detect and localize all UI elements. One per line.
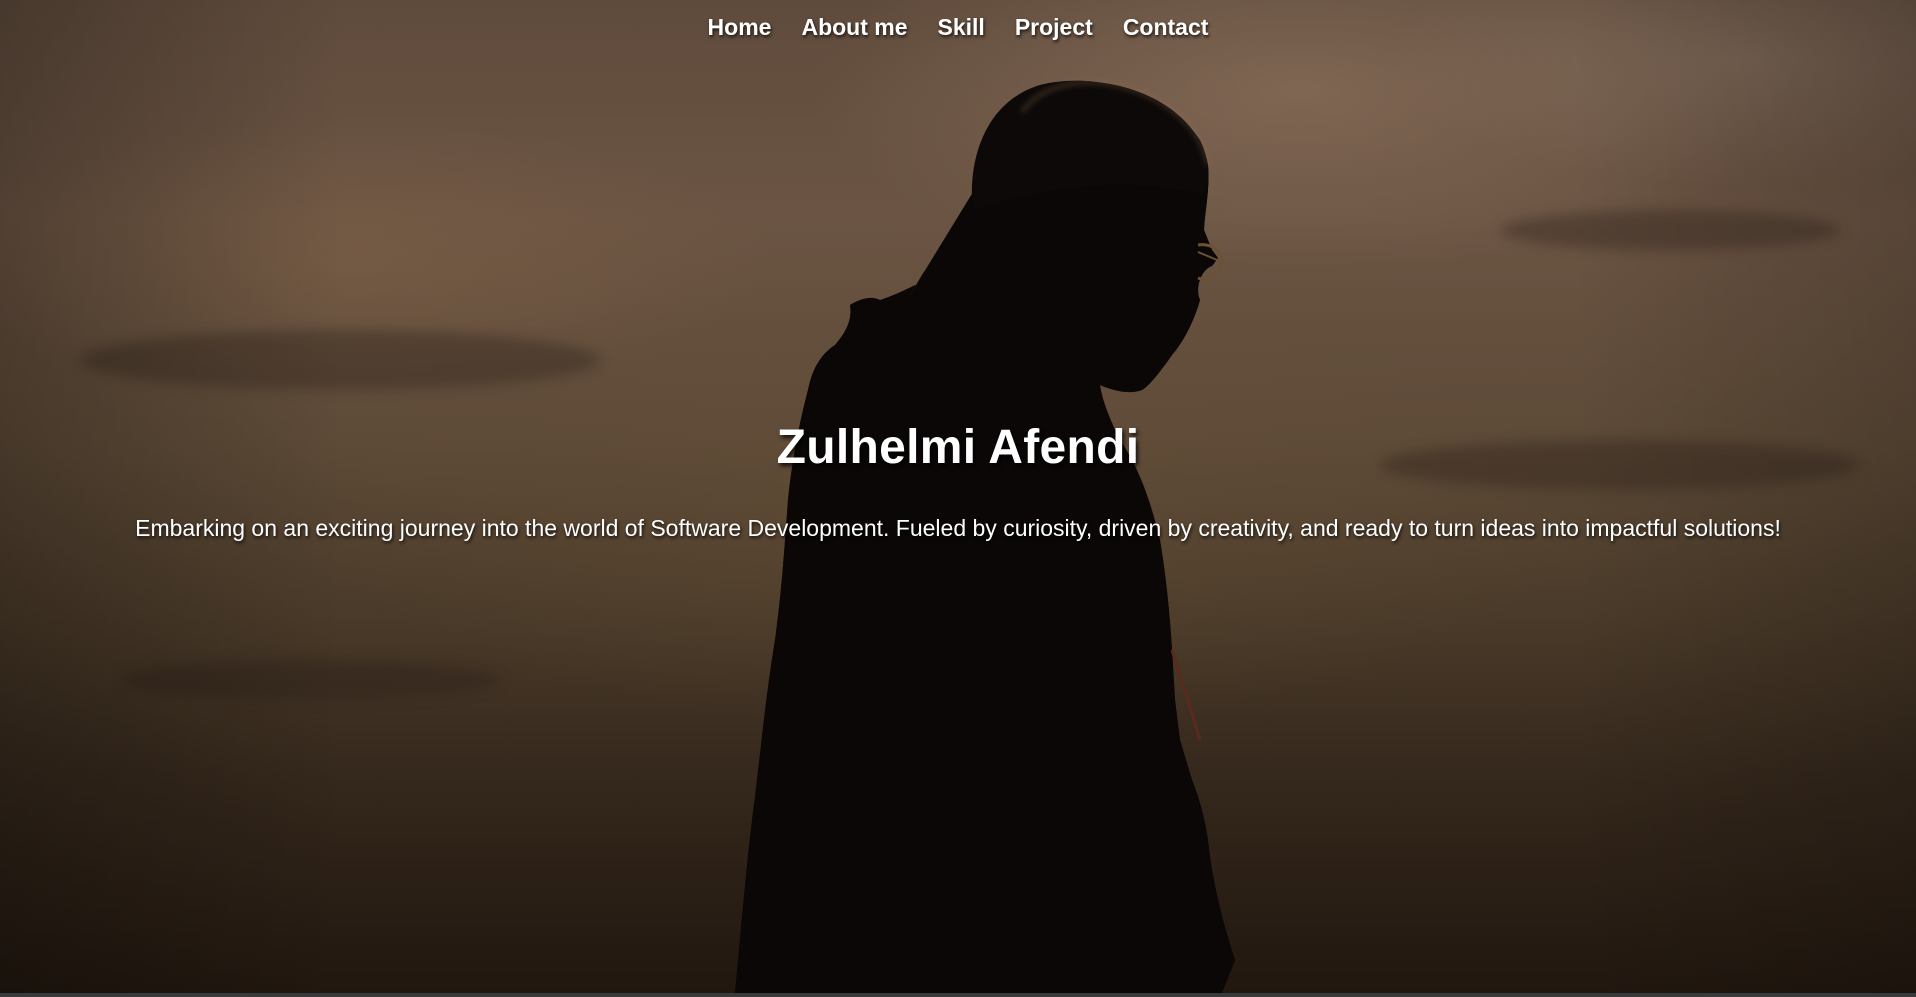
nav-link-contact[interactable]: Contact <box>1123 10 1209 45</box>
page-bottom-divider <box>0 993 1916 997</box>
nav-link-skill[interactable]: Skill <box>938 10 985 45</box>
nav-link-about-me[interactable]: About me <box>801 10 907 45</box>
hero-title: Zulhelmi Afendi <box>776 421 1140 474</box>
hero-content: Zulhelmi Afendi Embarking on an exciting… <box>0 420 1916 542</box>
hero-section: Home About me Skill Project Contact Zulh… <box>0 0 1916 993</box>
nav-link-home[interactable]: Home <box>708 10 772 45</box>
nav-link-project[interactable]: Project <box>1015 10 1093 45</box>
main-nav: Home About me Skill Project Contact <box>0 10 1916 45</box>
hero-tagline: Embarking on an exciting journey into th… <box>135 515 1781 541</box>
